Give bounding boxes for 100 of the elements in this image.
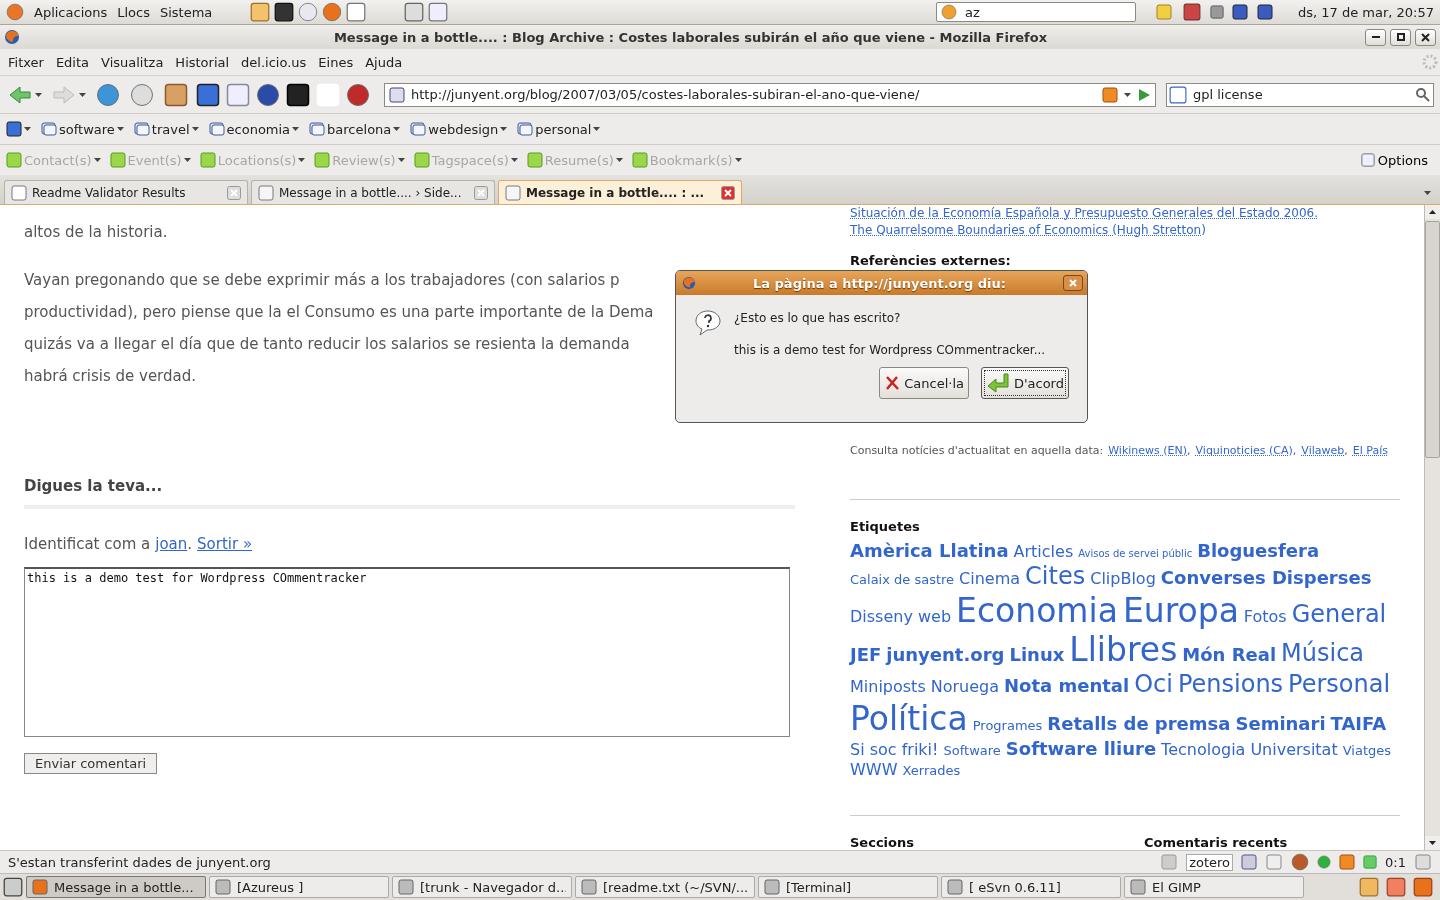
news-link[interactable]: Wikinews (EN) xyxy=(1108,444,1188,457)
tag-link[interactable]: Si soc friki! xyxy=(850,740,939,760)
menu-item[interactable]: Fitxer xyxy=(2,54,50,70)
tag-link[interactable]: Tecnologia xyxy=(1161,740,1246,760)
reference-link[interactable]: The Quarrelsome Boundaries of Economics (Hugh Stretton) xyxy=(850,222,1400,239)
bookmark-folder[interactable]: travel xyxy=(133,121,199,137)
scrollbar-thumb[interactable] xyxy=(1425,221,1440,458)
reference-link[interactable]: Situación de la Economía Española y Presupuesto Generales del Estado 2006. xyxy=(850,205,1400,222)
tag-link[interactable]: Música xyxy=(1281,639,1365,668)
close-button[interactable] xyxy=(1415,28,1436,46)
web-search-field[interactable]: gpl license xyxy=(1166,82,1434,107)
caret-icon[interactable] xyxy=(35,92,42,97)
tag-link[interactable]: Amèrica Llatina xyxy=(850,540,1009,562)
options-button[interactable]: Options xyxy=(1354,151,1434,169)
tag-link[interactable]: General xyxy=(1291,599,1387,629)
taskbar-button[interactable]: El GIMP xyxy=(1124,876,1304,898)
scroll-up-button[interactable] xyxy=(1425,205,1440,219)
menu-item[interactable]: del.icio.us xyxy=(235,54,313,70)
tag-link[interactable]: Europa xyxy=(1122,590,1239,631)
tag-link[interactable]: Llibres xyxy=(1069,630,1178,670)
tag-link[interactable]: Bloguesfera xyxy=(1197,540,1320,562)
tag-link[interactable]: JEF xyxy=(850,644,882,666)
bookmark-folder[interactable]: software xyxy=(41,121,124,137)
tag-link[interactable]: Viatges xyxy=(1342,743,1391,759)
cancel-button[interactable]: Cancel·la xyxy=(879,367,969,399)
taskbar-button[interactable]: [Azureus ] xyxy=(209,876,389,898)
user-link[interactable]: joan xyxy=(155,535,188,553)
panel-menu[interactable]: Llocs xyxy=(117,4,150,20)
caret-icon[interactable] xyxy=(24,127,31,131)
close-tab-icon[interactable] xyxy=(474,185,488,200)
caret-icon[interactable] xyxy=(116,127,124,131)
bookmark-folder[interactable]: webdesign xyxy=(410,121,508,137)
tag-link[interactable]: Cites xyxy=(1025,561,1086,591)
tag-link[interactable]: Seminari xyxy=(1235,712,1326,735)
tag-link[interactable]: Avisos de servei públic xyxy=(1078,548,1193,561)
browser-tab[interactable]: Message in a bottle.... : ... xyxy=(498,180,742,204)
tag-link[interactable]: Linux xyxy=(1009,644,1065,666)
caret-icon[interactable] xyxy=(393,127,401,131)
tag-link[interactable]: Universitat xyxy=(1250,740,1338,760)
bookmark-folder[interactable]: economia xyxy=(208,121,300,137)
tag-link[interactable]: Software xyxy=(943,743,1001,759)
tag-link[interactable]: WWW xyxy=(850,759,898,779)
tag-link[interactable]: Converses Disperses xyxy=(1160,566,1372,589)
close-tab-icon[interactable] xyxy=(227,185,241,200)
close-button[interactable] xyxy=(1063,275,1083,291)
tag-link[interactable]: Nota mental xyxy=(1004,674,1130,697)
zotero-button[interactable]: zotero xyxy=(1186,853,1234,871)
ok-button[interactable]: D'acord xyxy=(980,367,1069,399)
bookmark-folder[interactable]: personal xyxy=(517,121,601,137)
menu-item[interactable]: Eines xyxy=(312,54,360,70)
go-icon[interactable] xyxy=(1137,87,1151,102)
panel-menu[interactable]: Aplicacions xyxy=(34,4,108,20)
tag-link[interactable]: junyent.org xyxy=(886,644,1005,666)
tag-link[interactable]: Oci xyxy=(1134,669,1173,699)
submit-button[interactable]: Enviar comentari xyxy=(24,753,158,774)
panel-menu[interactable]: Sistema xyxy=(159,4,213,20)
bookmark-folder[interactable]: barcelona xyxy=(309,121,401,137)
caret-icon[interactable] xyxy=(500,127,508,131)
news-link[interactable]: El País xyxy=(1352,444,1388,457)
menu-item[interactable]: Visualitza xyxy=(95,54,170,70)
caret-icon[interactable] xyxy=(593,127,601,131)
taskbar-button[interactable]: [readme.txt (~/SVN/... xyxy=(575,876,755,898)
taskbar-button[interactable]: [Terminal] xyxy=(758,876,938,898)
tag-link[interactable]: Món Real xyxy=(1182,644,1277,666)
search-field[interactable]: az xyxy=(935,2,1136,22)
caret-icon[interactable] xyxy=(191,127,199,131)
menu-item[interactable]: Ajuda xyxy=(359,54,409,70)
close-tab-icon[interactable] xyxy=(721,185,735,200)
tag-link[interactable]: TAIFA xyxy=(1330,712,1387,735)
caret-icon[interactable] xyxy=(79,92,86,97)
minimize-button[interactable] xyxy=(1365,28,1386,46)
taskbar-button[interactable]: [ eSvn 0.6.11] xyxy=(941,876,1121,898)
news-link[interactable]: Viquinoticies (CA) xyxy=(1195,444,1293,457)
caret-icon[interactable] xyxy=(1423,191,1431,195)
tag-link[interactable]: Disseny web xyxy=(850,606,952,626)
tag-link[interactable]: Calaix de sastre xyxy=(850,571,955,588)
menu-item[interactable]: Edita xyxy=(49,54,96,70)
taskbar-button[interactable]: Message in a bottle... xyxy=(26,876,206,898)
caret-icon[interactable] xyxy=(292,127,300,131)
logout-link[interactable]: Sortir » xyxy=(197,535,253,553)
show-desktop-icon[interactable] xyxy=(3,877,23,897)
scroll-down-button[interactable] xyxy=(1425,836,1440,850)
comment-field[interactable]: this is a demo test for Wordpress COmmentracker xyxy=(24,567,790,737)
tag-link[interactable]: Xerrades xyxy=(902,762,961,779)
tag-link[interactable]: Fotos xyxy=(1243,606,1287,626)
maximize-button[interactable] xyxy=(1390,28,1411,46)
tag-link[interactable]: Cinema xyxy=(959,568,1021,588)
search-icon[interactable] xyxy=(1415,86,1431,103)
tag-link[interactable]: Personal xyxy=(1288,669,1391,699)
bookmarks-menu[interactable] xyxy=(6,121,31,137)
tag-link[interactable]: Retalls de premsa xyxy=(1047,712,1231,735)
tag-link[interactable]: Pensions xyxy=(1177,669,1284,699)
tag-link[interactable]: Articles xyxy=(1013,542,1074,562)
browser-tab[interactable]: Readme Validator Results xyxy=(4,180,248,204)
url-field[interactable]: http://junyent.org/blog/2007/03/05/costes-laborales-subiran-el-ano-que-viene/ xyxy=(384,82,1156,107)
tag-link[interactable]: Miniposts xyxy=(850,676,926,696)
tag-link[interactable]: Programes xyxy=(972,717,1043,734)
caret-icon[interactable] xyxy=(1124,92,1131,97)
tag-link[interactable]: Noruega xyxy=(930,676,999,696)
tag-link[interactable]: Política xyxy=(850,698,968,739)
